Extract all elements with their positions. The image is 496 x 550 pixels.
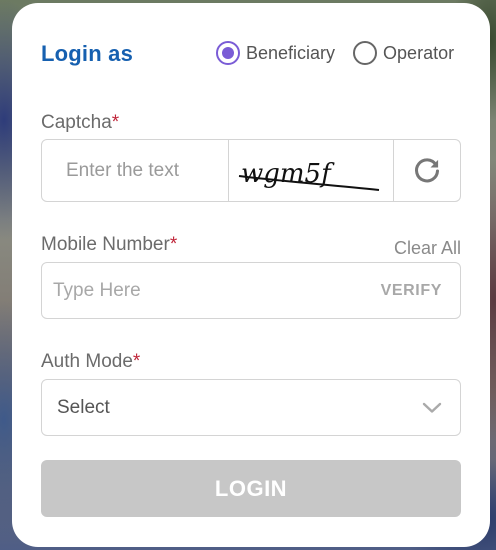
captcha-field: wgm5f [41,139,461,202]
mobile-field: VERIFY [41,262,461,319]
mobile-label-text: Mobile Number [41,234,170,255]
auth-mode-label: Auth Mode* [41,351,140,373]
radio-operator-label[interactable]: Operator [383,43,454,64]
required-mark: * [111,112,120,133]
auth-mode-select[interactable]: Select [41,379,461,436]
chevron-down-icon[interactable] [422,402,442,414]
refresh-button[interactable] [394,140,460,201]
captcha-image: wgm5f [228,140,394,201]
login-as-title: Login as [41,41,134,66]
verify-button[interactable]: VERIFY [381,282,460,300]
clear-all-link[interactable]: Clear All [394,238,461,259]
login-button[interactable]: LOGIN [41,460,461,517]
auth-mode-selected-value: Select [57,396,110,418]
mobile-input[interactable] [42,263,381,318]
login-card: Login as Beneficiary Operator Captcha* w… [12,3,490,547]
radio-beneficiary-label[interactable]: Beneficiary [246,43,335,64]
auth-mode-label-text: Auth Mode [41,351,133,372]
mobile-label: Mobile Number* [41,234,177,256]
radio-checked-icon[interactable] [216,41,240,65]
captcha-image-graphic: wgm5f [238,159,380,191]
radio-beneficiary[interactable]: Beneficiary [216,41,335,65]
refresh-icon[interactable] [413,157,441,185]
captcha-label-text: Captcha [41,112,112,133]
captcha-input[interactable] [42,140,228,201]
captcha-label: Captcha* [41,112,119,134]
required-mark: * [169,234,178,255]
role-radio-group: Beneficiary Operator [216,41,454,65]
required-mark: * [132,351,141,372]
radio-operator[interactable]: Operator [353,41,454,65]
radio-unchecked-icon[interactable] [353,41,378,65]
